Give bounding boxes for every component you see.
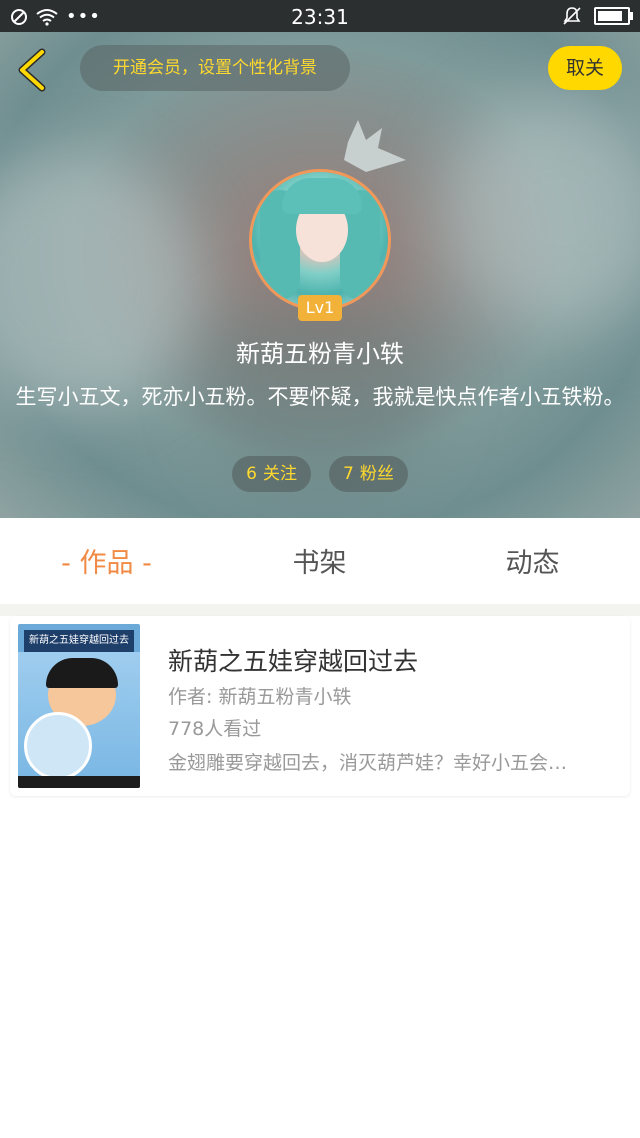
cover-art [18,776,140,788]
cover-art [46,658,118,688]
book-title: 新葫之五娃穿越回过去 [168,647,419,676]
section-divider [0,604,640,616]
status-right-icons [562,6,633,26]
mute-bell-icon [563,7,581,25]
cover-title: 新葫之五娃穿越回过去 [24,630,134,652]
tab-bookshelf[interactable]: 书架 [213,518,426,606]
background-blur [0,152,200,412]
level-badge: Lv1 [298,295,342,321]
following-button[interactable]: 6 关注 [232,456,311,492]
battery-icon [594,7,633,25]
profile-tabs: - 作品 - 书架 动态 [0,518,640,606]
following-label: 关注 [263,464,297,484]
followers-button[interactable]: 7 粉丝 [329,456,408,492]
book-views: 778人看过 [168,718,262,740]
cover-art [24,712,92,780]
chevron-left-icon [18,48,46,92]
book-description: 金翅雕要穿越回去，消灭葫芦娃？幸好小五会… [168,752,568,774]
unfollow-button[interactable]: 取关 [548,46,622,90]
followers-count: 7 [343,464,354,484]
username: 新葫五粉青小轶 [236,340,404,368]
battery-fill [598,11,622,21]
vip-background-prompt[interactable]: 开通会员，设置个性化背景 [80,45,350,91]
following-count: 6 [246,464,257,484]
tab-activity[interactable]: 动态 [426,518,639,606]
user-bio: 生写小五文，死亦小五粉。不要怀疑，我就是快点作者小五铁粉。 [15,385,625,409]
profile-header: 开通会员，设置个性化背景 取关 Lv1 新葫五粉青小轶 生写小五文，死亦小五粉。… [0,32,640,518]
avatar-art [282,178,362,214]
followers-label: 粉丝 [359,464,394,484]
status-time: 23:31 [291,5,349,29]
book-card[interactable]: 新葫之五娃穿越回过去 新葫之五娃穿越回过去 作者: 新葫五粉青小轶 778人看过… [10,616,630,796]
status-bar: ••• 23:31 [0,0,640,32]
book-author: 作者: 新葫五粉青小轶 [168,686,352,708]
back-button[interactable] [12,48,56,92]
book-cover[interactable]: 新葫之五娃穿越回过去 [18,624,140,788]
tab-works[interactable]: - 作品 - [0,518,213,606]
profile-stats: 6 关注 7 粉丝 [0,456,640,492]
avatar[interactable] [249,169,391,311]
background-blur [440,92,640,332]
